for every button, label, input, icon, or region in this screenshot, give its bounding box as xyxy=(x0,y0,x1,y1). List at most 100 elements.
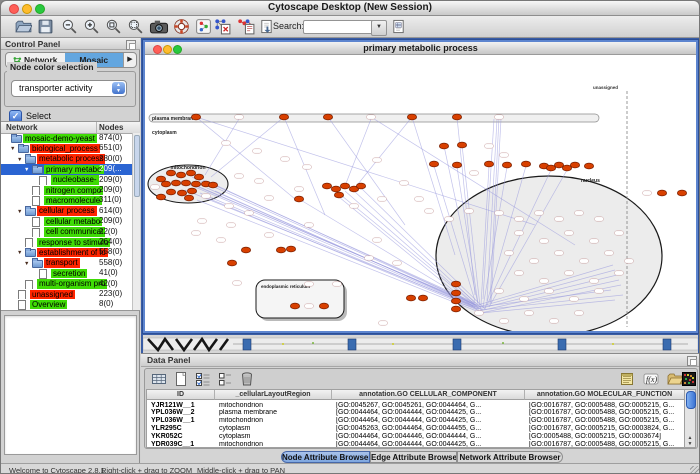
tree-row[interactable]: secretion41(0) xyxy=(1,268,132,278)
float-data-panel-icon[interactable] xyxy=(687,356,697,366)
import-table-icon[interactable] xyxy=(237,18,256,35)
tree-row-label[interactable]: macromolecule xyxy=(44,196,102,206)
tabs-overflow-arrow[interactable]: ▶ xyxy=(123,53,136,67)
tree-row[interactable]: Overview8(0) xyxy=(1,299,132,309)
tree-row[interactable]: ▼biological_process651(0) xyxy=(1,143,132,153)
table-cell[interactable]: [GO:0016787, GO:0005488, GO:0005215, G..… xyxy=(525,402,685,410)
tree-row-label[interactable]: multi-organism pro xyxy=(37,279,107,289)
tab-node-attribute-browser[interactable]: Node Attribute Browser xyxy=(281,451,370,463)
zoom-fit-icon[interactable] xyxy=(105,18,122,35)
table-cell[interactable]: [GO:0016787, GO:0005488, GO:0005215, G..… xyxy=(525,417,685,425)
network-canvas[interactable]: plasma membranecytoplasmmitochondrionnuc… xyxy=(145,55,696,331)
table-cell[interactable]: mitochondrion xyxy=(215,417,332,425)
tree-row[interactable]: cellular metabo209(0) xyxy=(1,216,132,226)
table-cell[interactable]: YLR295C xyxy=(147,425,215,433)
tree-row[interactable]: nucleobase-209(0) xyxy=(1,175,132,185)
table-cell[interactable]: [GO:0045267, GO:0045261, GO:0044464, G..… xyxy=(332,402,525,410)
table-cell[interactable]: [GO:0016787, GO:0005215, GO:0003824, G..… xyxy=(525,425,685,433)
table-cell[interactable]: [GO:0016787, GO:0005488, GO:0005215, G..… xyxy=(525,409,685,417)
tab-network-attribute-browser[interactable]: Network Attribute Browser xyxy=(457,451,563,463)
snapshot-camera-icon[interactable] xyxy=(149,18,169,35)
export-document-icon[interactable] xyxy=(259,18,274,35)
table-cell[interactable]: [GO:0005488, GO:0005215, GO:0003674] xyxy=(525,433,685,441)
tree-row[interactable]: macromolecule311(0) xyxy=(1,195,132,205)
zoom-selected-icon[interactable] xyxy=(127,18,144,35)
zoom-out-icon[interactable] xyxy=(61,18,78,35)
tree-row-label[interactable]: establishment of lo xyxy=(37,248,108,258)
tree-row-label[interactable]: Overview xyxy=(30,300,67,310)
float-panel-icon[interactable] xyxy=(126,40,136,50)
tree-row-label[interactable]: mosaic-demo-yeast xyxy=(23,134,97,144)
tree-row[interactable]: multi-organism pro42(0) xyxy=(1,279,132,289)
tree-row[interactable]: ▼establishment of lo558(0) xyxy=(1,247,132,257)
disclosure-triangle-icon[interactable]: ▼ xyxy=(17,248,22,257)
tree-row-label[interactable]: nitrogen compo xyxy=(44,186,103,196)
tree-row-label[interactable]: primary metabo xyxy=(44,165,104,175)
table-cell[interactable]: [GO:0044464, GO:0044446, GO:0044444, G..… xyxy=(332,433,525,441)
disclosure-triangle-icon[interactable]: ▼ xyxy=(24,165,29,174)
tree-scrollbar[interactable] xyxy=(132,133,140,311)
annotation-notepad-icon[interactable] xyxy=(619,371,635,387)
table-cell[interactable]: YJR121W__1 xyxy=(147,402,215,410)
unselect-attributes-icon[interactable] xyxy=(217,371,233,387)
tree-row-label[interactable]: metabolic process xyxy=(37,154,105,164)
help-lifering-icon[interactable] xyxy=(173,18,190,35)
tree-row-label[interactable]: cell communicat xyxy=(44,227,105,237)
search-input[interactable] xyxy=(303,20,375,34)
zoom-in-icon[interactable] xyxy=(83,18,100,35)
table-cell[interactable]: YPL036W__1 xyxy=(147,417,215,425)
import-network-icon[interactable] xyxy=(213,18,232,35)
tree-row[interactable]: response to stimulu264(0) xyxy=(1,237,132,247)
table-cell[interactable]: plasma membrane xyxy=(215,409,332,417)
vizmapper-icon[interactable] xyxy=(195,18,212,35)
tree-row[interactable]: unassigned223(0) xyxy=(1,289,132,299)
tree-row[interactable]: ▼metabolic process280(0) xyxy=(1,154,132,164)
delete-attribute-trash-icon[interactable] xyxy=(239,371,255,387)
tree-row[interactable]: nitrogen compo209(0) xyxy=(1,185,132,195)
attribute-table-icon[interactable] xyxy=(151,371,167,387)
scrollbar-arrows-icon[interactable]: ▲▼ xyxy=(685,435,695,447)
table-column-header[interactable]: ID xyxy=(147,390,215,400)
search-options-dropdown[interactable]: ▼ xyxy=(371,20,387,36)
save-icon[interactable] xyxy=(37,18,54,35)
resize-grip[interactable] xyxy=(690,466,700,474)
table-cell[interactable]: [GO:0045263, GO:0044464, GO:0044455, G..… xyxy=(332,425,525,433)
attribute-matrix-icon[interactable] xyxy=(681,371,697,387)
table-cell[interactable]: YPL036W__2 xyxy=(147,409,215,417)
tree-row-label[interactable]: cellular process xyxy=(37,206,97,216)
disclosure-triangle-icon[interactable]: ▼ xyxy=(10,144,15,153)
table-cell[interactable]: YKR052C xyxy=(147,433,215,441)
table-scrollbar-thumb[interactable] xyxy=(686,391,696,409)
birdseye-overview-panel[interactable] xyxy=(4,315,137,455)
disclosure-triangle-icon[interactable]: ▼ xyxy=(17,155,22,164)
table-cell[interactable]: cytoplasm xyxy=(215,425,332,433)
network-frame-titlebar[interactable]: primary metabolic process xyxy=(145,42,696,55)
tree-row-label[interactable]: unassigned xyxy=(30,290,75,300)
tree-row-label[interactable]: transport xyxy=(44,258,80,268)
tree-row[interactable]: cell communicat22(0) xyxy=(1,227,132,237)
table-cell[interactable]: [GO:0044464, GO:0044444, GO:0044425, G..… xyxy=(332,441,525,448)
node-color-dropdown[interactable]: transporter activity ▲▼ xyxy=(11,80,127,97)
table-cell[interactable]: mitochondrion xyxy=(215,441,332,448)
table-cell[interactable]: mitochondrion xyxy=(215,402,332,410)
tree-row[interactable]: mosaic-demo-yeast874(0) xyxy=(1,133,132,143)
tree-row-label[interactable]: nucleobase- xyxy=(51,175,99,185)
disclosure-triangle-icon[interactable]: ▼ xyxy=(24,259,29,268)
table-column-header[interactable]: annotation.GO MOLECULAR_FUNCTION xyxy=(525,390,685,400)
tree-row-label[interactable]: cellular metabo xyxy=(44,217,102,227)
table-cell[interactable]: cytoplasm xyxy=(215,433,332,441)
function-builder-icon[interactable]: f(x) xyxy=(643,371,659,387)
table-cell[interactable]: [GO:0016787, GO:0005488, GO:0005215, G..… xyxy=(525,441,685,448)
select-attributes-icon[interactable] xyxy=(195,371,211,387)
table-cell[interactable]: [GO:0044464, GO:0044444, GO:0044425, G..… xyxy=(332,409,525,417)
tree-row-label[interactable]: biological_process xyxy=(30,144,100,154)
table-column-header[interactable]: _cellularLayoutRegion xyxy=(215,390,332,400)
tree-row[interactable]: ▼transport558(0) xyxy=(1,258,132,268)
table-column-header[interactable]: annotation.GO CELLULAR_COMPONENT xyxy=(332,390,525,400)
tab-edge-attribute-browser[interactable]: Edge Attribute Browser xyxy=(370,451,457,463)
new-attribute-icon[interactable] xyxy=(173,371,189,387)
import-annotation-icon[interactable] xyxy=(391,18,406,35)
tree-row-label[interactable]: secretion xyxy=(51,269,87,279)
tree-row[interactable]: ▼cellular process614(0) xyxy=(1,206,132,216)
tree-row[interactable]: ▼primary metabo209(... xyxy=(1,164,132,174)
